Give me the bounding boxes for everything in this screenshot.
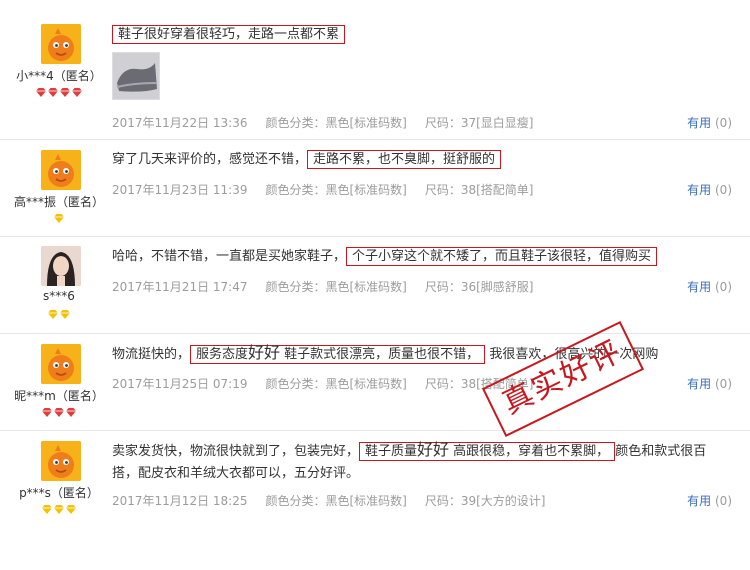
review-text: 卖家发货快，物流很快就到了，包装完好， 鞋子质量好好 高跟很稳，穿着也不累脚， 颜色… <box>112 439 732 485</box>
divider <box>0 139 750 140</box>
highlight-text: 个子小穿这个就不矮了，而且鞋子该很轻，值得购买 <box>352 249 652 264</box>
red-diamond-badge-icon <box>48 88 58 97</box>
review-text-plain: 哈哈，不错不错，一直都是买她家鞋子， <box>112 249 347 264</box>
useful-button[interactable]: 有用 (0) <box>687 375 732 392</box>
avatar[interactable] <box>41 246 81 286</box>
review-text: 鞋子很好穿着很轻巧，走路一点都不累 <box>112 22 732 46</box>
gold-diamond-badge-icon <box>42 505 52 514</box>
sku-color: 颜色分类：黑色[标准码数] <box>265 377 407 391</box>
reviewer-level-badges <box>0 407 118 419</box>
highlighted-phrase: 鞋子很好穿着很轻巧，走路一点都不累 <box>112 25 346 44</box>
useful-button[interactable]: 有用 (0) <box>687 114 732 131</box>
review-meta: 2017年11月22日 13:36 颜色分类：黑色[标准码数] 尺码：37[显白显瘦… <box>112 114 552 131</box>
red-diamond-badge-icon <box>54 408 64 417</box>
sku-color: 颜色分类：黑色[标准码数] <box>265 280 407 294</box>
avatar[interactable] <box>41 441 81 481</box>
review-date: 2017年11月12日 18:25 <box>112 494 248 508</box>
genuine-review-stamp: 真实好评 <box>481 320 645 438</box>
review-date: 2017年11月23日 11:39 <box>112 183 248 197</box>
review-text-plain: 卖家发货快，物流很快就到了，包装完好， <box>112 444 360 459</box>
useful-label[interactable]: 有用 <box>687 116 711 130</box>
reviewer-level-badges <box>0 309 118 321</box>
red-diamond-badge-icon <box>36 88 46 97</box>
review-text-plain: 穿了几天来评价的，感觉还不错， <box>112 152 308 167</box>
cartoon-avatar-icon <box>41 150 81 190</box>
highlight-text: 鞋子很好穿着很轻巧，走路一点都不累 <box>118 27 340 42</box>
user-photo-icon <box>41 246 81 286</box>
useful-button[interactable]: 有用 (0) <box>687 278 732 295</box>
cartoon-avatar-icon <box>41 344 81 384</box>
reviewer-nickname: 小***4（匿名） <box>16 69 102 83</box>
highlight-emphasis: 好好 <box>248 343 281 362</box>
reviewer-nickname: p***s（匿名） <box>19 486 99 500</box>
highlight-emphasis: 好好 <box>417 440 450 459</box>
useful-label[interactable]: 有用 <box>687 494 711 508</box>
avatar[interactable] <box>41 24 81 64</box>
reviewer-nickname: 高***振（匿名） <box>13 195 104 209</box>
sku-color: 颜色分类：黑色[标准码数] <box>265 183 407 197</box>
review-date: 2017年11月22日 13:36 <box>112 116 248 130</box>
red-diamond-badge-icon <box>66 408 76 417</box>
reviewer-nickname: s***6 <box>43 289 75 303</box>
review-date: 2017年11月25日 07:19 <box>112 377 248 391</box>
highlight-text: 走路不累，也不臭脚，挺舒服的 <box>313 152 496 167</box>
cartoon-avatar-icon <box>41 24 81 64</box>
review-text: 哈哈，不错不错，一直都是买她家鞋子， 个子小穿这个就不矮了，而且鞋子该很轻，值得购… <box>112 246 732 268</box>
highlighted-phrase: 服务态度好好 鞋子款式很漂亮，质量也很不错， <box>190 343 486 364</box>
divider <box>0 236 750 237</box>
reviewer-level-badges <box>0 504 118 516</box>
useful-label[interactable]: 有用 <box>687 183 711 197</box>
divider <box>0 333 750 334</box>
highlight-text: 鞋子质量 <box>365 444 418 459</box>
review-photo-thumbnail[interactable] <box>112 52 160 100</box>
useful-count: (0) <box>715 377 732 391</box>
review-meta: 2017年11月21日 17:47 颜色分类：黑色[标准码数] 尺码：36[脚感舒服… <box>112 278 552 295</box>
highlight-text-tail: 鞋子款式很漂亮，质量也很不错， <box>280 347 480 362</box>
useful-button[interactable]: 有用 (0) <box>687 492 732 509</box>
cartoon-avatar-icon <box>41 441 81 481</box>
useful-count: (0) <box>715 116 732 130</box>
review-meta: 2017年11月12日 18:25 颜色分类：黑色[标准码数] 尺码：39[大方的设… <box>112 492 564 509</box>
review-date: 2017年11月21日 17:47 <box>112 280 248 294</box>
shoe-photo-icon <box>113 53 159 99</box>
sku-size: 尺码：39[大方的设计] <box>424 494 546 508</box>
sku-color: 颜色分类：黑色[标准码数] <box>265 494 407 508</box>
gold-diamond-badge-icon <box>54 505 64 514</box>
useful-count: (0) <box>715 280 732 294</box>
gold-diamond-badge-icon <box>66 505 76 514</box>
highlighted-phrase: 个子小穿这个就不矮了，而且鞋子该很轻，值得购买 <box>346 247 658 266</box>
review-text-plain: 物流挺快的， <box>112 347 191 362</box>
red-diamond-badge-icon <box>42 408 52 417</box>
avatar[interactable] <box>41 344 81 384</box>
highlighted-phrase: 走路不累，也不臭脚，挺舒服的 <box>307 150 502 169</box>
useful-label[interactable]: 有用 <box>687 377 711 391</box>
highlighted-phrase: 鞋子质量好好 高跟很稳，穿着也不累脚， <box>359 440 616 461</box>
reviewer-nickname: 昵***m（匿名） <box>14 389 104 403</box>
highlight-text-tail: 高跟很稳，穿着也不累脚， <box>449 444 610 459</box>
gold-diamond-badge-icon <box>54 214 64 223</box>
sku-color: 颜色分类：黑色[标准码数] <box>265 116 407 130</box>
gold-diamond-badge-icon <box>60 310 70 319</box>
useful-label[interactable]: 有用 <box>687 280 711 294</box>
review-meta: 2017年11月23日 11:39 颜色分类：黑色[标准码数] 尺码：38[搭配简单… <box>112 181 552 198</box>
red-diamond-badge-icon <box>60 88 70 97</box>
review-text: 穿了几天来评价的，感觉还不错， 走路不累，也不臭脚，挺舒服的 <box>112 149 732 171</box>
avatar[interactable] <box>41 150 81 190</box>
useful-count: (0) <box>715 183 732 197</box>
sku-size: 尺码：37[显白显瘦] <box>424 116 534 130</box>
red-diamond-badge-icon <box>72 88 82 97</box>
highlight-text: 服务态度 <box>196 347 249 362</box>
gold-diamond-badge-icon <box>48 310 58 319</box>
useful-count: (0) <box>715 494 732 508</box>
reviewer-level-badges <box>0 213 118 225</box>
reviewer-level-badges <box>0 87 118 99</box>
sku-size: 尺码：36[脚感舒服] <box>424 280 534 294</box>
useful-button[interactable]: 有用 (0) <box>687 181 732 198</box>
sku-size: 尺码：38[搭配简单] <box>424 183 534 197</box>
divider <box>0 430 750 431</box>
